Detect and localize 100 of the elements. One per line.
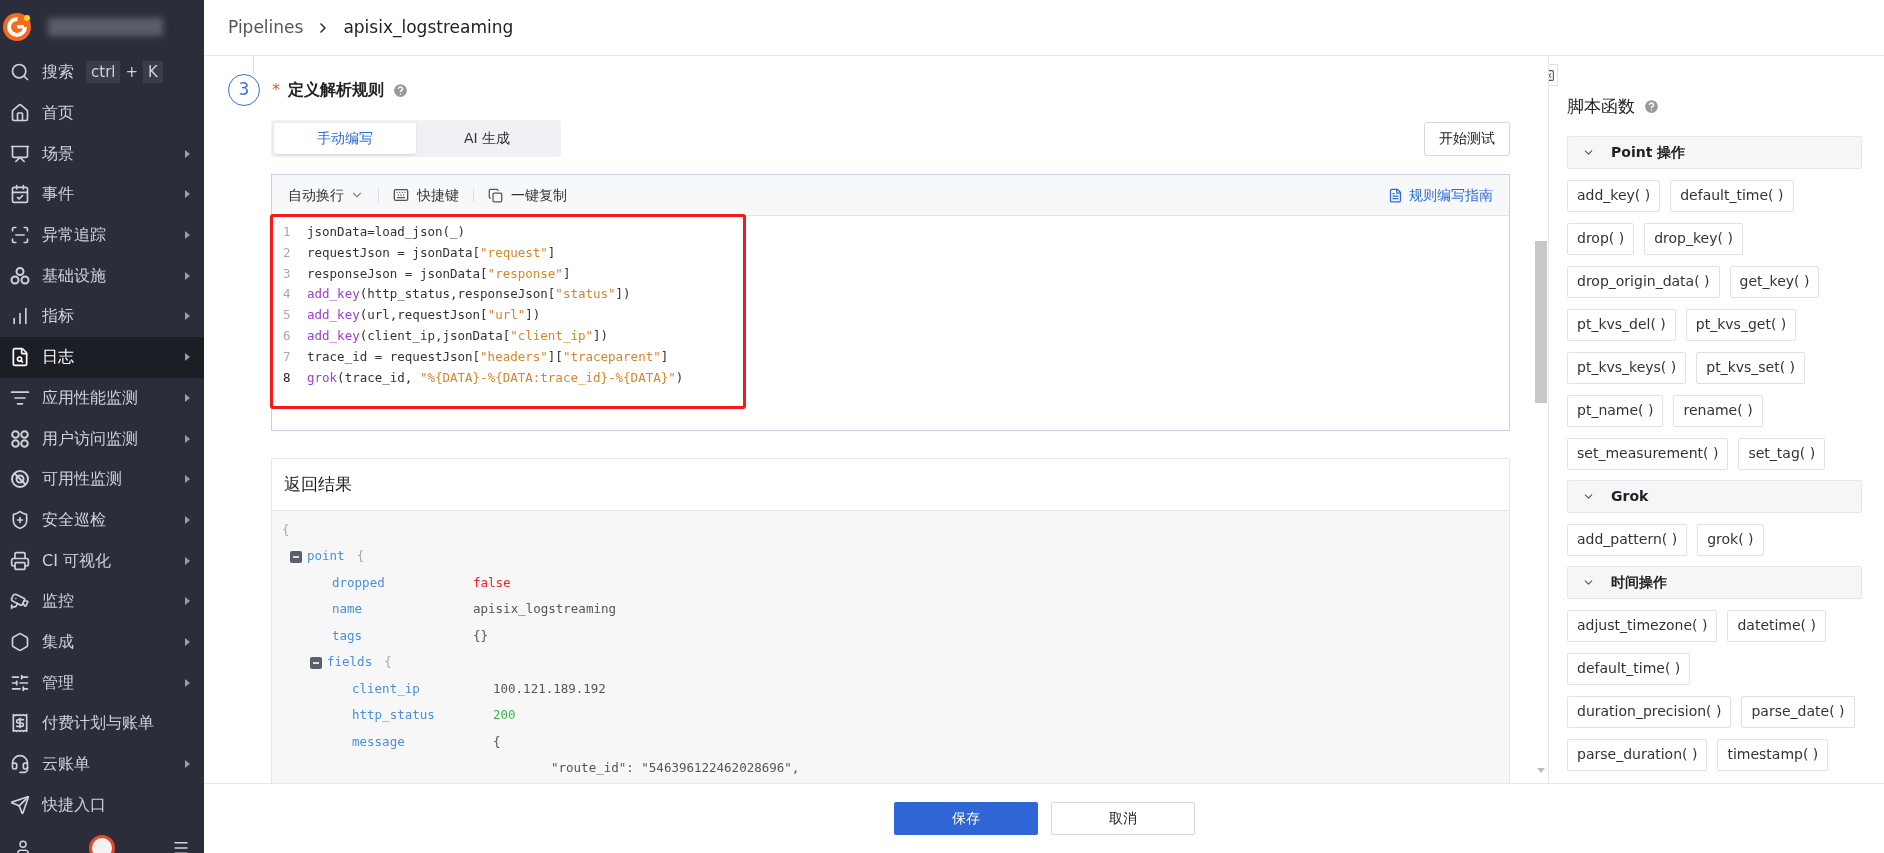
sidebar-item[interactable]: 付费计划与账单 bbox=[0, 703, 204, 744]
shortcut-key: ctrl bbox=[86, 61, 121, 84]
sidebar-label: 指标 bbox=[42, 305, 74, 328]
function-chip[interactable]: drop( ) bbox=[1567, 222, 1635, 255]
sidebar-item[interactable]: 应用性能监测 bbox=[0, 377, 204, 419]
section-label: Grok bbox=[1611, 486, 1649, 506]
sidebar-item[interactable]: 指标 bbox=[0, 296, 204, 337]
scrollbar-thumb[interactable] bbox=[1535, 241, 1547, 403]
json-key: point bbox=[307, 547, 345, 567]
function-chip[interactable]: add_pattern( ) bbox=[1567, 523, 1688, 556]
tab[interactable]: 手动编写 bbox=[274, 123, 416, 154]
panel-title: 脚本函数 bbox=[1567, 95, 1635, 118]
function-chip[interactable]: pt_kvs_get( ) bbox=[1685, 308, 1797, 341]
function-chip[interactable]: pt_kvs_keys( ) bbox=[1567, 351, 1687, 384]
user-icon[interactable] bbox=[14, 839, 32, 853]
function-chip[interactable]: pt_name( ) bbox=[1567, 394, 1664, 427]
code-line: add_key(http_status,responseJson["status"]) bbox=[307, 285, 631, 304]
section-label: 时间操作 bbox=[1611, 572, 1667, 592]
json-value: 100.121.189.192 bbox=[493, 679, 606, 698]
sidebar-label: 云账单 bbox=[42, 753, 90, 776]
sidebar-item[interactable]: 基础设施 bbox=[0, 255, 204, 297]
sidebar-label: 快捷入口 bbox=[42, 793, 106, 816]
hexagon-icon bbox=[10, 631, 30, 652]
logo-icon bbox=[2, 12, 32, 42]
function-chip[interactable]: drop_key( ) bbox=[1644, 222, 1743, 255]
sidebar-label: 场景 bbox=[42, 142, 74, 165]
json-brace: { bbox=[356, 547, 365, 566]
json-line: "route_id": "546396122462028696", bbox=[551, 759, 800, 778]
sidebar-item[interactable]: 首页 bbox=[0, 92, 204, 134]
function-chip[interactable]: parse_date( ) bbox=[1741, 695, 1855, 728]
function-chip[interactable]: rename( ) bbox=[1673, 394, 1763, 427]
sidebar-item[interactable]: 用户访问监测 bbox=[0, 418, 204, 459]
circle-slash-icon bbox=[10, 469, 30, 490]
section-label: Point 操作 bbox=[1611, 142, 1686, 162]
help-icon[interactable] bbox=[1643, 98, 1660, 116]
calendar-icon bbox=[10, 184, 30, 205]
sliders-icon bbox=[10, 672, 30, 693]
sidebar-label: 搜索 bbox=[42, 61, 74, 84]
json-key: message bbox=[352, 732, 493, 752]
function-chip[interactable]: timestamp( ) bbox=[1717, 738, 1829, 771]
section-header[interactable]: 时间操作 bbox=[1567, 565, 1862, 599]
line-number: 7 bbox=[282, 347, 292, 366]
line-number: 1 bbox=[282, 223, 292, 241]
sidebar-label: 日志 bbox=[42, 346, 74, 369]
sidebar-item[interactable]: CI 可视化 bbox=[0, 540, 204, 581]
save-button[interactable]: 保存 bbox=[893, 802, 1038, 835]
circles-icon bbox=[10, 265, 30, 286]
function-chip[interactable]: parse_duration( ) bbox=[1567, 738, 1708, 771]
sidebar-label: 安全巡检 bbox=[42, 508, 106, 531]
function-chip[interactable]: add_key( ) bbox=[1567, 179, 1661, 212]
code-line: trace_id = requestJson["headers"]["traceparent"] bbox=[307, 347, 669, 366]
json-value: { bbox=[493, 732, 501, 751]
send-icon bbox=[10, 794, 30, 815]
json-key: http_status bbox=[352, 706, 493, 726]
help-icon[interactable] bbox=[392, 81, 409, 99]
sidebar-item[interactable]: 监控 bbox=[0, 580, 204, 622]
sidebar-item[interactable]: 快捷入口 bbox=[0, 784, 204, 826]
collapse-toggle-icon[interactable] bbox=[290, 550, 302, 563]
breadcrumb-link[interactable]: Pipelines bbox=[228, 14, 304, 41]
function-chip[interactable]: datetime( ) bbox=[1727, 609, 1826, 642]
sidebar-label: 付费计划与账单 bbox=[42, 712, 154, 735]
copy-button[interactable]: 一键复制 bbox=[488, 184, 567, 206]
section-header[interactable]: Grok bbox=[1567, 479, 1862, 513]
json-value: {} bbox=[473, 626, 489, 645]
function-chip[interactable]: get_key( ) bbox=[1729, 265, 1820, 298]
function-chip[interactable]: default_time( ) bbox=[1567, 652, 1691, 685]
printer-icon bbox=[10, 550, 30, 571]
sidebar-item[interactable]: 可用性监测 bbox=[0, 458, 204, 500]
function-chip[interactable]: duration_precision( ) bbox=[1567, 695, 1732, 728]
function-chip[interactable]: drop_origin_data( ) bbox=[1567, 265, 1720, 298]
breadcrumb-current: apisix_logstreaming bbox=[343, 15, 514, 40]
collapse-toggle-icon[interactable] bbox=[310, 656, 322, 669]
function-chip[interactable]: adjust_timezone( ) bbox=[1567, 609, 1718, 642]
shortcuts-button[interactable]: 快捷键 bbox=[393, 184, 459, 206]
function-chip[interactable]: set_measurement( ) bbox=[1567, 437, 1729, 470]
function-chip[interactable]: grok( ) bbox=[1697, 523, 1764, 556]
sidebar-label: 可用性监测 bbox=[42, 468, 122, 491]
cancel-button[interactable]: 取消 bbox=[1050, 802, 1195, 835]
sidebar-item[interactable]: 云账单 bbox=[0, 743, 204, 785]
sidebar-item[interactable]: 场景 bbox=[0, 133, 204, 175]
function-chip[interactable]: pt_kvs_set( ) bbox=[1696, 351, 1806, 384]
function-chip[interactable]: default_time( ) bbox=[1670, 179, 1794, 212]
sidebar-item[interactable]: 事件 bbox=[0, 174, 204, 215]
section-header[interactable]: Point 操作 bbox=[1567, 135, 1862, 169]
tab[interactable]: AI 生成 bbox=[416, 123, 558, 154]
json-value: apisix_logstreaming bbox=[473, 600, 616, 619]
sidebar-item[interactable]: 集成 bbox=[0, 621, 204, 663]
sidebar-item[interactable]: 管理 bbox=[0, 662, 204, 703]
sidebar-item[interactable]: 日志 bbox=[0, 336, 204, 378]
guide-link[interactable]: 规则编写指南 bbox=[1388, 184, 1493, 206]
sidebar-item[interactable]: 安全巡检 bbox=[0, 499, 204, 541]
receipt-icon bbox=[10, 713, 30, 734]
sidebar-item[interactable]: 搜索 ctrl + K bbox=[0, 52, 204, 93]
start-test-button[interactable]: 开始测试 bbox=[1424, 121, 1510, 156]
sidebar-item[interactable]: 异常追踪 bbox=[0, 214, 204, 256]
function-chip[interactable]: set_tag( ) bbox=[1738, 437, 1826, 470]
function-chip[interactable]: pt_kvs_del( ) bbox=[1567, 308, 1676, 341]
shortcut-plus: + bbox=[124, 62, 140, 84]
line-number: 5 bbox=[282, 306, 292, 325]
wrap-dropdown[interactable]: 自动换行 bbox=[288, 184, 364, 206]
